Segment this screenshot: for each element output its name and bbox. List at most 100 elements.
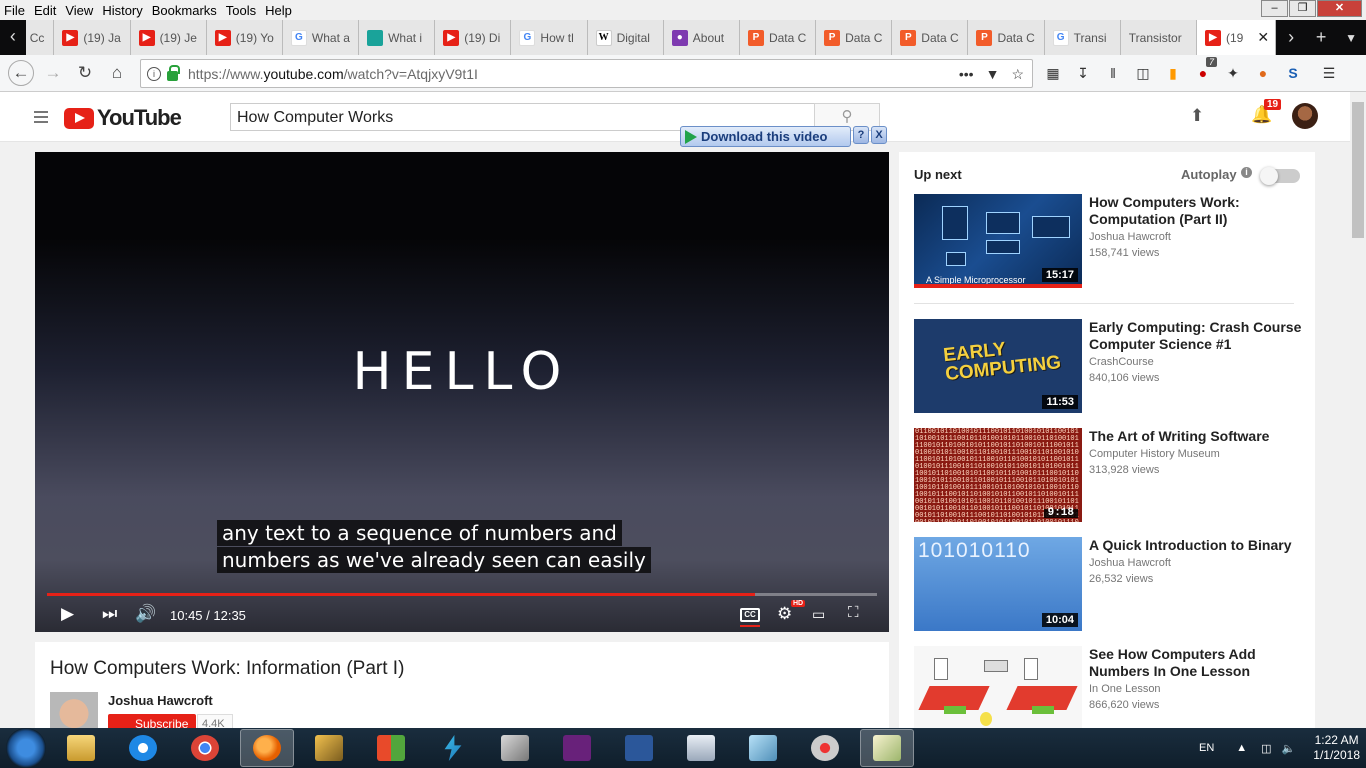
url-text[interactable]: https://www.youtube.com/watch?v=AtqjxyV9… [188, 66, 478, 82]
maximize-button[interactable]: ❐ [1289, 0, 1316, 17]
browser-tab[interactable]: G How tl [511, 20, 588, 55]
show-hidden-icons-icon[interactable]: ▲ [1236, 742, 1247, 754]
play-icon[interactable]: ▶ [61, 604, 74, 624]
list-item[interactable]: See How Computers Add Numbers In One Les… [914, 646, 1304, 728]
theater-mode-icon[interactable]: ▭ [812, 606, 825, 623]
browser-tab[interactable]: Transistor [1120, 20, 1197, 55]
info-icon[interactable]: i [1241, 167, 1252, 178]
tools-taskbar-icon[interactable] [488, 729, 542, 767]
paint-taskbar-icon[interactable] [860, 729, 914, 767]
network-icon[interactable]: ◫ [1261, 742, 1271, 755]
sidebar-icon[interactable]: ◫ [1132, 63, 1154, 83]
browser-tab[interactable]: ▶ (19) Di [435, 20, 512, 55]
browser-tab[interactable]: P Data C [968, 20, 1045, 55]
info-icon[interactable]: i [147, 66, 161, 81]
fullscreen-icon[interactable]: ⛶ [848, 604, 859, 621]
winamp-taskbar-icon[interactable] [302, 729, 356, 767]
browser-tab[interactable]: ▶ (19) Ja [54, 20, 131, 55]
menu-bookmarks[interactable]: Bookmarks [152, 3, 217, 18]
reader-icon[interactable]: ▦ [1042, 63, 1064, 83]
guide-menu-icon[interactable] [34, 111, 48, 126]
browser-tab[interactable]: P Data C [739, 20, 817, 55]
next-icon[interactable]: ⏭ [102, 604, 117, 624]
browser-tab[interactable]: ● About [663, 20, 740, 55]
start-button[interactable] [6, 728, 46, 768]
home-icon[interactable]: ⌂ [104, 60, 130, 86]
list-item[interactable]: A Simple Microprocessor 15:17 How Comput… [914, 194, 1304, 288]
download-video-button[interactable]: Download this video [680, 126, 851, 147]
channel-name[interactable]: Joshua Hawcroft [108, 693, 213, 708]
minimize-button[interactable]: – [1261, 0, 1288, 17]
back-icon[interactable]: ← [8, 60, 34, 86]
snipping-tool-taskbar-icon[interactable] [798, 729, 852, 767]
browser-tab-active[interactable]: ▶ (19 ✕ [1196, 20, 1277, 55]
tab-close-icon[interactable]: ✕ [1257, 29, 1269, 46]
menu-file[interactable]: File [4, 3, 25, 18]
new-tab-icon[interactable]: + [1306, 27, 1336, 48]
video-thumbnail[interactable] [914, 646, 1082, 728]
clock[interactable]: 1:22 AM 1/1/2018 [1313, 733, 1360, 763]
browser-tab[interactable]: What i [359, 20, 436, 55]
browser-tab[interactable]: P Data C [892, 20, 969, 55]
channel-avatar[interactable] [50, 692, 98, 728]
page-actions-icon[interactable]: ••• [959, 66, 974, 83]
menu-view[interactable]: View [65, 3, 93, 18]
extension-icon[interactable]: ✦ [1222, 63, 1244, 83]
reload-icon[interactable]: ↻ [72, 60, 98, 86]
upload-icon[interactable]: ⬆ [1190, 106, 1204, 126]
video-thumbnail[interactable]: 0110010110100101110010110100101011001011… [914, 428, 1082, 522]
firefox-taskbar-icon[interactable] [240, 729, 294, 767]
adblock-icon[interactable]: ● 7 [1192, 57, 1217, 83]
avatar[interactable] [1292, 103, 1318, 129]
language-indicator[interactable]: EN [1199, 742, 1214, 754]
bookmark-star-icon[interactable]: ☆ [1011, 66, 1024, 83]
explorer-taskbar-icon[interactable] [54, 729, 108, 767]
video-title[interactable]: A Quick Introduction to Binary [1089, 537, 1304, 554]
browser-tab[interactable]: G What a [282, 20, 360, 55]
video-title[interactable]: Early Computing: Crash Course Computer S… [1089, 319, 1304, 353]
volume-icon[interactable]: 🔊 [135, 604, 156, 624]
scrollbar-thumb[interactable] [1352, 102, 1364, 238]
s-extension-icon[interactable]: S [1282, 63, 1304, 83]
volume-icon[interactable]: 🔈 [1282, 742, 1296, 755]
browser-tab[interactable]: ▶ (19) Yo [206, 20, 283, 55]
window-close-button[interactable]: ✕ [1317, 0, 1362, 17]
chrome-taskbar-icon[interactable] [178, 729, 232, 767]
address-bar[interactable]: i https://www.youtube.com/watch?v=Atqjxy… [140, 59, 1033, 88]
app-taskbar-icon[interactable] [736, 729, 790, 767]
video-thumbnail[interactable]: EARLY COMPUTING 11:53 [914, 319, 1082, 413]
visual-studio-taskbar-icon[interactable] [550, 729, 604, 767]
youtube-logo[interactable]: YouTube [64, 105, 182, 131]
pocket-icon[interactable]: ▼ [986, 66, 1000, 83]
autoplay-toggle[interactable] [1260, 167, 1300, 185]
browser-tab[interactable]: G Transi [1044, 20, 1121, 55]
chevron-down-icon[interactable]: ▼ [1336, 31, 1366, 45]
menu-history[interactable]: History [102, 3, 142, 18]
library-icon[interactable]: ‖ [1102, 63, 1124, 83]
menu-help[interactable]: Help [265, 3, 292, 18]
progress-bar[interactable] [47, 593, 877, 596]
tab-scroll-right-icon[interactable]: › [1276, 27, 1306, 48]
list-item[interactable]: 0110010110100101110010110100101011001011… [914, 428, 1304, 522]
download-icon[interactable]: ↧ [1072, 63, 1094, 83]
list-item[interactable]: EARLY COMPUTING 11:53 Early Computing: C… [914, 319, 1304, 413]
lightning-taskbar-icon[interactable] [426, 729, 480, 767]
hamburger-menu-icon[interactable]: ☰ [1318, 63, 1340, 83]
captions-icon[interactable]: CC [740, 608, 760, 627]
video-player[interactable]: HELLO any text to a sequence of numbers … [35, 152, 889, 632]
stats-extension-icon[interactable]: ▮ [1162, 63, 1184, 83]
menu-tools[interactable]: Tools [226, 3, 256, 18]
calculator-taskbar-icon[interactable] [674, 729, 728, 767]
settings-icon[interactable]: ⚙ [777, 604, 792, 624]
video-title[interactable]: See How Computers Add Numbers In One Les… [1089, 646, 1304, 680]
menu-edit[interactable]: Edit [34, 3, 56, 18]
subscribe-button[interactable]: Subscribe [108, 714, 196, 728]
browser-tab[interactable]: P Data C [816, 20, 893, 55]
bell-icon[interactable]: 🔔 19 [1251, 99, 1282, 125]
list-item[interactable]: 101010110 10:04 A Quick Introduction to … [914, 537, 1304, 631]
forward-icon[interactable]: → [40, 60, 66, 86]
page-scrollbar[interactable] [1350, 92, 1366, 728]
basketball-icon[interactable]: ● [1252, 63, 1274, 83]
video-thumbnail[interactable]: A Simple Microprocessor 15:17 [914, 194, 1082, 288]
video-title[interactable]: How Computers Work: Computation (Part II… [1089, 194, 1304, 228]
